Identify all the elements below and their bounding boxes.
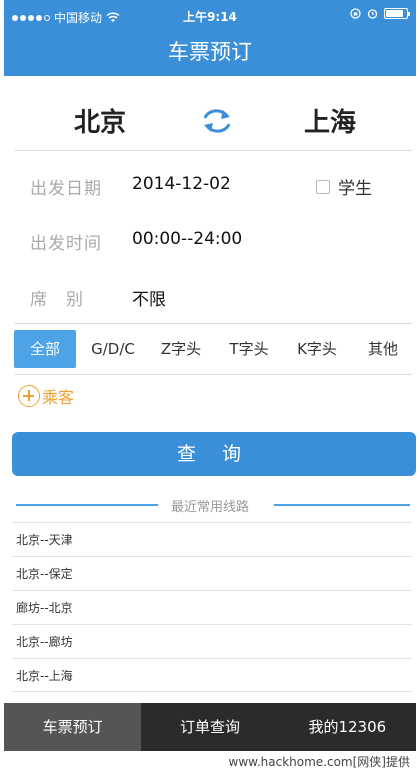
- recent-routes-header: 最近常用线路: [4, 494, 416, 515]
- filter-gdc[interactable]: G/D/C: [82, 330, 144, 368]
- tab-ticket-booking[interactable]: 车票预订: [4, 703, 142, 751]
- student-label: 学生: [338, 179, 372, 199]
- page-title: 车票预订: [4, 32, 416, 76]
- passenger-label: 乘客: [42, 388, 75, 407]
- rotation-lock-icon: [350, 8, 361, 19]
- divider: [14, 323, 412, 324]
- divider: [14, 150, 412, 151]
- filter-z[interactable]: Z字头: [150, 330, 212, 368]
- battery-icon: [384, 8, 410, 19]
- date-label: 出发日期: [30, 179, 102, 199]
- status-bar: 中国移动 上午9:14: [4, 0, 416, 32]
- departure-time-row[interactable]: 出发时间 00:00--24:00: [4, 219, 416, 259]
- seat-value[interactable]: 不限: [132, 285, 166, 310]
- time-label: 出发时间: [30, 234, 102, 254]
- watermark-text: www.hackhome.com[网侠]提供: [0, 751, 420, 777]
- status-right: [350, 8, 410, 19]
- list-item[interactable]: 北京--廊坊: [12, 624, 412, 658]
- route-selector: 北京 上海: [4, 92, 416, 148]
- divider: [14, 374, 412, 375]
- train-type-filters: 全部 G/D/C Z字头 T字头 K字头 其他: [4, 326, 416, 370]
- tab-order-query[interactable]: 订单查询: [141, 703, 278, 751]
- student-option[interactable]: 学生: [316, 174, 372, 199]
- bottom-tab-bar: 车票预订 订单查询 我的12306: [4, 703, 416, 751]
- list-item[interactable]: 北京--天津: [12, 522, 412, 556]
- list-item[interactable]: 廊坊--北京: [12, 590, 412, 624]
- student-checkbox[interactable]: [316, 179, 330, 194]
- filter-t[interactable]: T字头: [218, 330, 280, 368]
- list-item[interactable]: 北京--保定: [12, 556, 412, 590]
- filter-all[interactable]: 全部: [14, 330, 76, 368]
- to-city[interactable]: 上海: [304, 102, 356, 139]
- header-line-right: [274, 504, 410, 506]
- recent-routes-list: 北京--天津 北京--保定 廊坊--北京 北京--廊坊 北京--上海: [12, 522, 412, 692]
- seat-label: 席 别: [30, 290, 84, 310]
- filter-k[interactable]: K字头: [286, 330, 348, 368]
- departure-date-row[interactable]: 出发日期 2014-12-02 学生: [4, 164, 416, 204]
- from-city[interactable]: 北京: [74, 102, 126, 139]
- filter-other[interactable]: 其他: [354, 330, 412, 368]
- app-screen: 中国移动 上午9:14 车票预订 北京 上海 出发日期 2014-12-02 学…: [4, 0, 416, 777]
- date-value[interactable]: 2014-12-02: [132, 174, 231, 194]
- add-passenger-button[interactable]: 乘客: [18, 384, 74, 408]
- tab-my-12306[interactable]: 我的12306: [279, 703, 416, 751]
- swap-arrows-icon[interactable]: [200, 106, 234, 136]
- time-value[interactable]: 00:00--24:00: [132, 229, 242, 249]
- seat-class-row[interactable]: 席 别 不限: [4, 275, 416, 315]
- list-item[interactable]: 北京--上海: [12, 658, 412, 692]
- alarm-icon: [367, 9, 378, 19]
- add-circle-icon: [18, 385, 40, 407]
- query-button[interactable]: 查 询: [12, 432, 416, 476]
